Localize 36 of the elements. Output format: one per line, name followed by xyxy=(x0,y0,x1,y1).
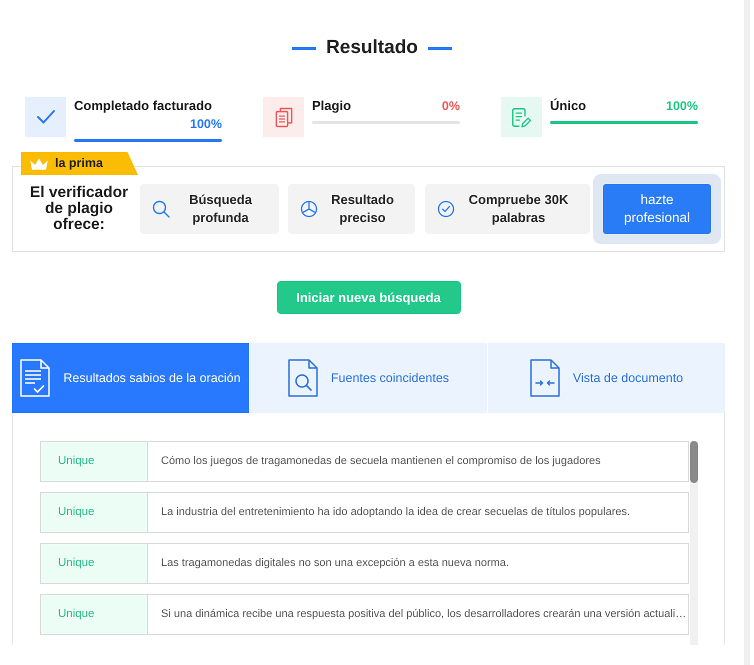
document-edit-icon xyxy=(501,97,542,137)
stat-label: Único xyxy=(550,98,586,114)
stat-label: Completado facturado xyxy=(74,98,212,114)
tab[interactable]: Fuentes coincidentes xyxy=(250,343,487,413)
sentence-cell-text: Si una dinámica recibe una respuesta positiva del público, los desarrolladores crearán una versión actuali… xyxy=(160,607,688,622)
page-title: Resultado xyxy=(326,36,418,60)
status-cell: Unique xyxy=(41,544,148,583)
status-cell: Unique xyxy=(41,595,148,634)
percent-value: 100% xyxy=(190,116,222,132)
tab[interactable]: Vista de documento xyxy=(488,343,725,413)
feature-label: Búsqueda profunda xyxy=(188,191,253,227)
offer-heading: El verificador de plagio ofrece: xyxy=(28,185,130,233)
sentence-cell-text: Cómo los juegos de tragamonedas de secuela mantienen el compromiso de los jugadores xyxy=(160,454,602,470)
new-search-button[interactable]: Iniciar nueva búsqueda xyxy=(276,281,460,314)
badge-label: la prima xyxy=(55,155,103,172)
scrollbar-thumb[interactable] xyxy=(690,441,698,483)
status-cell: Unique xyxy=(41,442,148,481)
feature-label: Compruebe 30K palabras xyxy=(468,191,570,227)
upgrade-button[interactable]: hazte profesional xyxy=(603,184,711,234)
crown-icon xyxy=(29,156,49,170)
check-circle-icon xyxy=(437,200,455,218)
document-check-icon xyxy=(20,359,50,397)
sentence-cell-text: La industria del entretenimiento ha ido adoptando la idea de crear secuelas de títulos populares. xyxy=(160,505,632,520)
documents-icon xyxy=(263,97,304,137)
percent-value: 0% xyxy=(442,98,460,114)
feature-label: Resultado preciso xyxy=(330,191,395,227)
sentence-cell-text: Las tragamonedas digitales no son una excepción a esta nueva norma. xyxy=(160,556,510,572)
stat-label: Plagio xyxy=(312,98,352,114)
status-cell: Unique xyxy=(41,493,148,532)
document-search-icon xyxy=(288,359,318,397)
document-arrows-icon xyxy=(530,359,560,397)
checkmark-icon xyxy=(25,97,66,137)
pie-chart-icon xyxy=(300,200,318,218)
percent-value: 100% xyxy=(666,98,698,114)
search-icon xyxy=(152,200,170,218)
tab[interactable]: Resultados sabios de la oración xyxy=(12,343,249,413)
